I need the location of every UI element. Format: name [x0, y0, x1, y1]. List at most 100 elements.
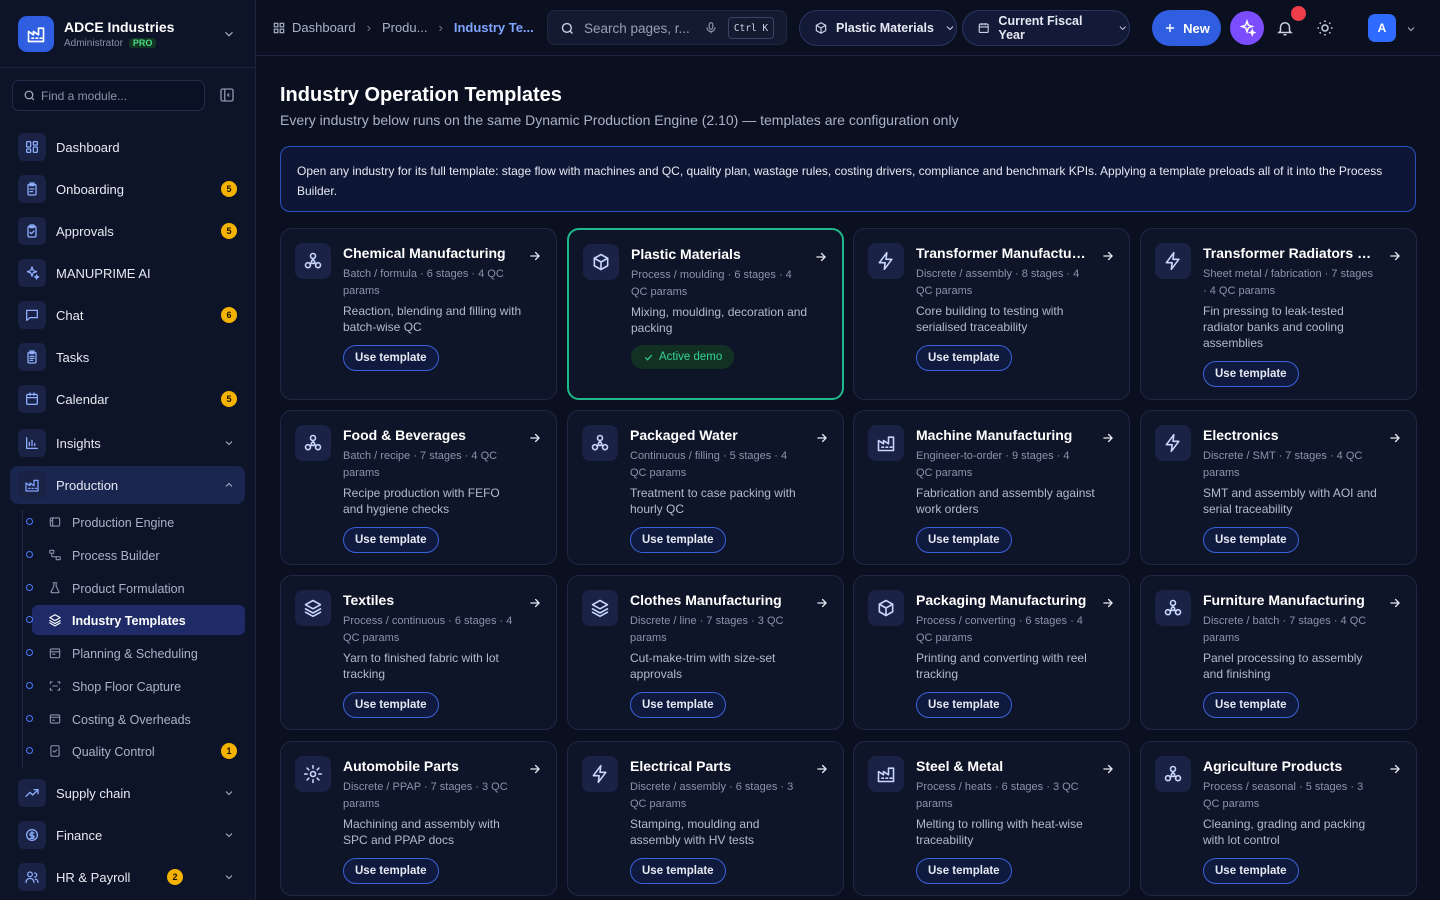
use-template-button[interactable]: Use template: [343, 692, 439, 718]
sidebar-item-tasks[interactable]: Tasks: [10, 338, 245, 376]
sidebar-item-label: Finance: [56, 828, 103, 843]
arrow-right-icon[interactable]: [1388, 249, 1402, 263]
arrow-right-icon[interactable]: [815, 762, 829, 776]
template-card-electronics[interactable]: Electronics Discrete / SMT · 7 stages · 4…: [1140, 410, 1417, 565]
new-button-label: New: [1183, 20, 1210, 36]
nav-icon-box: [18, 385, 46, 413]
use-template-button[interactable]: Use template: [1203, 361, 1299, 387]
sidebar-item-dashboard[interactable]: Dashboard: [10, 128, 245, 166]
use-template-button[interactable]: Use template: [916, 858, 1012, 884]
sidebar-item-chat[interactable]: Chat 6: [10, 296, 245, 334]
sidebar-item-onboarding[interactable]: Onboarding 5: [10, 170, 245, 208]
arrow-right-icon[interactable]: [1101, 762, 1115, 776]
template-card-plastic-materials[interactable]: Plastic Materials Process / moulding · 6 …: [567, 228, 844, 400]
arrow-right-icon[interactable]: [815, 596, 829, 610]
arrow-right-icon[interactable]: [528, 596, 542, 610]
submenu-item-process-builder[interactable]: Process Builder: [26, 540, 245, 570]
use-template-button[interactable]: Use template: [916, 692, 1012, 718]
template-icon-box: [582, 425, 618, 461]
template-description: Yarn to finished fabric with lot trackin…: [343, 651, 499, 681]
module-search-input[interactable]: [41, 81, 201, 110]
use-template-button[interactable]: Use template: [343, 345, 439, 371]
use-template-button[interactable]: Use template: [916, 527, 1012, 553]
use-template-button[interactable]: Use template: [343, 527, 439, 553]
theme-toggle-icon[interactable]: [1316, 19, 1334, 37]
arrow-right-icon[interactable]: [1388, 431, 1402, 445]
use-template-button[interactable]: Use template: [630, 858, 726, 884]
tree-dot: [26, 584, 33, 591]
template-card-food-and-beverages[interactable]: Food & Beverages Batch / recipe · 7 stage…: [280, 410, 557, 565]
template-icon-box: [295, 590, 331, 626]
active-demo-label: Active demo: [659, 351, 723, 363]
template-card-automobile-parts[interactable]: Automobile Parts Discrete / PPAP · 7 stag…: [280, 741, 557, 896]
template-card-agriculture-products[interactable]: Agriculture Products Process / seasonal ·…: [1140, 741, 1417, 896]
sidebar-item-supply-chain[interactable]: Supply chain: [10, 774, 245, 812]
sidebar-item-approvals[interactable]: Approvals 5: [10, 212, 245, 250]
use-template-button[interactable]: Use template: [630, 527, 726, 553]
submenu-item-costing-and-overheads[interactable]: Costing & Overheads: [26, 704, 245, 734]
molecule-icon: [304, 434, 322, 451]
avatar[interactable]: A: [1368, 14, 1396, 42]
nav-icon-box: [18, 779, 46, 807]
use-template-button[interactable]: Use template: [1203, 527, 1299, 553]
template-card-packaging-manufacturing[interactable]: Packaging Manufacturing Process / convert…: [853, 575, 1130, 730]
template-meta: Discrete / PPAP · 7 stages · 3 QC params: [343, 781, 508, 810]
use-template-button[interactable]: Use template: [916, 345, 1012, 371]
nav-icon-box: [18, 133, 46, 161]
period-select-value: Current Fiscal Year: [998, 14, 1083, 42]
submenu-item-production-engine[interactable]: Production Engine: [26, 507, 245, 537]
count-badge: 1: [221, 743, 237, 759]
sidebar-item-finance[interactable]: Finance: [10, 816, 245, 854]
cube-icon: [593, 253, 609, 271]
brand-switcher[interactable]: ADCE Industries Administrator PRO: [0, 0, 256, 68]
arrow-right-icon[interactable]: [528, 431, 542, 445]
arrow-right-icon[interactable]: [1101, 596, 1115, 610]
template-card-steel-and-metal[interactable]: Steel & Metal Process / heats · 6 stages …: [853, 741, 1130, 896]
ai-assistant-button[interactable]: [1230, 11, 1264, 45]
bell-icon[interactable]: [1276, 18, 1294, 38]
sidebar-item-manuprime-ai[interactable]: MANUPRIME AI: [10, 254, 245, 292]
arrow-right-icon[interactable]: [815, 431, 829, 445]
template-card-machine-manufacturing[interactable]: Machine Manufacturing Engineer-to-order ·…: [853, 410, 1130, 565]
arrow-right-icon[interactable]: [528, 249, 542, 263]
tree-dot: [26, 551, 33, 558]
template-card-furniture-manufacturing[interactable]: Furniture Manufacturing Discrete / batch …: [1140, 575, 1417, 730]
submenu-item-quality-control[interactable]: Quality Control 1: [26, 736, 245, 766]
arrow-right-icon[interactable]: [528, 762, 542, 776]
template-card-packaged-water[interactable]: Packaged Water Continuous / filling · 5 s…: [567, 410, 844, 565]
breadcrumb-dashboard[interactable]: Dashboard: [292, 20, 356, 35]
global-search[interactable]: Search pages, r... Ctrl K: [547, 10, 787, 45]
sidebar-item-hr-and-payroll[interactable]: HR & Payroll 2: [10, 858, 245, 896]
industry-select[interactable]: Plastic Materials: [799, 10, 957, 46]
template-description: Treatment to case packing with hourly QC: [630, 486, 796, 516]
new-button[interactable]: New: [1152, 10, 1221, 46]
submenu-item-shop-floor-capture[interactable]: Shop Floor Capture: [26, 671, 245, 701]
template-card-electrical-parts[interactable]: Electrical Parts Discrete / assembly · 6 …: [567, 741, 844, 896]
use-template-button[interactable]: Use template: [1203, 858, 1299, 884]
sidebar-collapse-icon[interactable]: [218, 86, 236, 104]
sidebar-item-calendar[interactable]: Calendar 5: [10, 380, 245, 418]
template-card-transformer-radiators-and-cooling[interactable]: Transformer Radiators & Cooling Sheet met…: [1140, 228, 1417, 400]
arrow-right-icon[interactable]: [1101, 431, 1115, 445]
arrow-right-icon[interactable]: [814, 250, 828, 264]
template-card-transformer-manufacturing[interactable]: Transformer Manufacturing Discrete / asse…: [853, 228, 1130, 400]
template-card-chemical-manufacturing[interactable]: Chemical Manufacturing Batch / formula · …: [280, 228, 557, 400]
bolt-icon: [1165, 433, 1180, 453]
chevron-down-icon[interactable]: [1405, 23, 1417, 35]
arrow-right-icon[interactable]: [1388, 762, 1402, 776]
microphone-icon[interactable]: [704, 20, 718, 36]
template-card-textiles[interactable]: Textiles Process / continuous · 6 stages …: [280, 575, 557, 730]
sidebar-item-insights[interactable]: Insights: [10, 424, 245, 462]
breadcrumb-production[interactable]: Produ...: [382, 20, 428, 35]
arrow-right-icon[interactable]: [1101, 249, 1115, 263]
arrow-right-icon[interactable]: [1388, 596, 1402, 610]
period-select[interactable]: Current Fiscal Year: [962, 10, 1130, 46]
template-card-clothes-manufacturing[interactable]: Clothes Manufacturing Discrete / line · 7…: [567, 575, 844, 730]
use-template-button[interactable]: Use template: [630, 692, 726, 718]
submenu-item-industry-templates[interactable]: Industry Templates: [26, 605, 245, 635]
submenu-item-product-formulation[interactable]: Product Formulation: [26, 573, 245, 603]
use-template-button[interactable]: Use template: [343, 858, 439, 884]
submenu-item-planning-and-scheduling[interactable]: Planning & Scheduling: [26, 638, 245, 668]
use-template-button[interactable]: Use template: [1203, 692, 1299, 718]
sidebar-item-production[interactable]: Production: [10, 466, 245, 504]
